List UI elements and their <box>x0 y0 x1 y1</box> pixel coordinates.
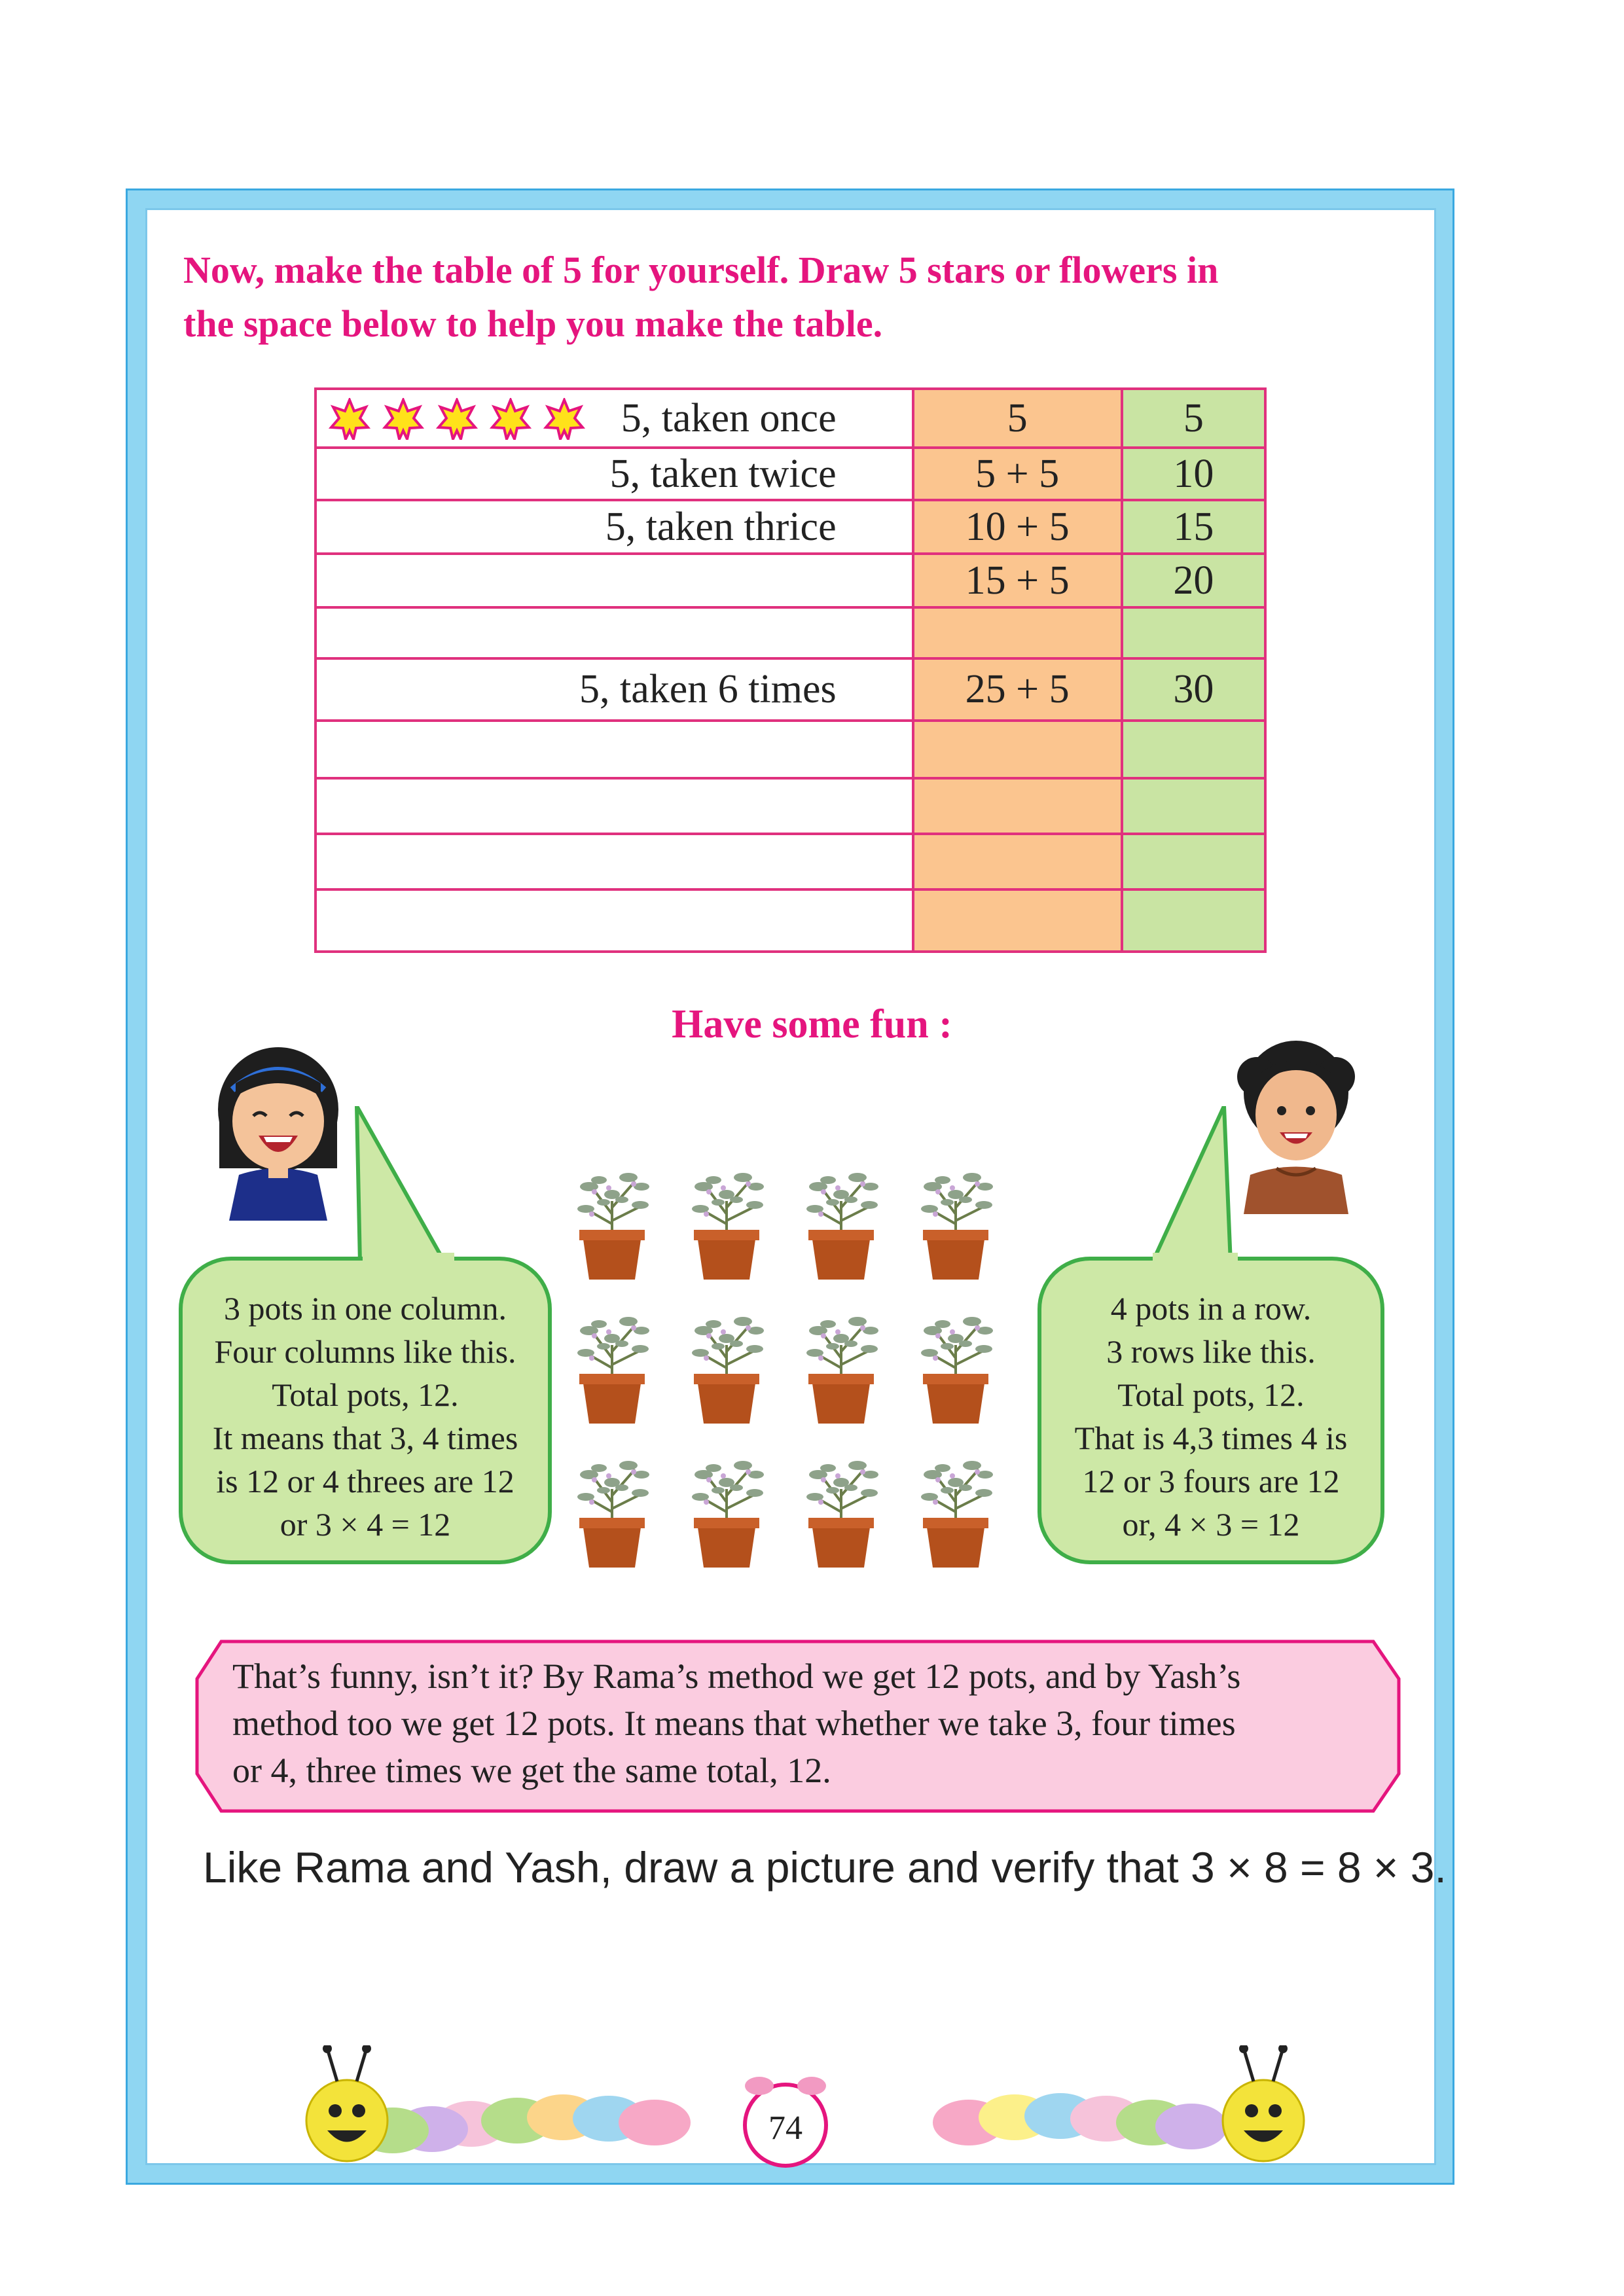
row-total: 10 <box>1120 446 1267 501</box>
note-line: That’s funny, isn’t it? By Rama’s method… <box>232 1657 1241 1696</box>
row-total: 20 <box>1120 552 1267 609</box>
flower-pot-icon <box>921 1461 993 1568</box>
note-line: or 4, three times we get the same total,… <box>232 1751 831 1790</box>
table-row <box>314 719 1267 780</box>
star-icon <box>436 398 478 440</box>
left-speech-bubble: 3 pots in one column. Four columns like t… <box>179 1257 552 1564</box>
flower-pot-icon <box>577 1461 649 1568</box>
star-icon <box>382 398 424 440</box>
table-row <box>314 606 1267 660</box>
star-icon <box>329 398 370 440</box>
row-sum <box>911 719 1123 780</box>
rama-girl-illustration <box>218 1047 338 1221</box>
row-label <box>314 606 914 660</box>
table-row: 5, taken twice 5 + 5 10 <box>314 446 1267 501</box>
row-label: 5, taken thrice <box>314 499 914 555</box>
bubble-line: 4 pots in a row. <box>1110 1290 1312 1327</box>
row-label <box>314 888 914 953</box>
table-row: 15 + 5 20 <box>314 552 1267 609</box>
bubble-line: 3 rows like this. <box>1106 1333 1316 1370</box>
flower-pot-icon <box>921 1173 993 1280</box>
row-total: 30 <box>1120 657 1267 722</box>
row-total: 5 <box>1120 387 1267 449</box>
flower-pot-icon <box>806 1173 878 1280</box>
row-sum: 25 + 5 <box>911 657 1123 722</box>
row-total <box>1120 719 1267 780</box>
row-label <box>314 777 914 835</box>
heading-line-2: the space below to help you make the tab… <box>183 302 883 345</box>
stars-group <box>329 398 585 440</box>
bubble-line: is 12 or 4 threes are 12 <box>216 1463 514 1499</box>
table-of-five: 5, taken once 5 5 5, taken twice 5 + 5 10 5, t… <box>314 387 1267 953</box>
row-label: 5, taken 6 times <box>314 657 914 722</box>
flower-pot-icon <box>692 1317 764 1424</box>
row-sum: 5 <box>911 387 1123 449</box>
row-sum <box>911 777 1123 835</box>
right-bubble-tail-cover <box>1153 1253 1238 1270</box>
row-sum <box>911 833 1123 891</box>
table-row: 5, taken 6 times 25 + 5 30 <box>314 657 1267 722</box>
row-label <box>314 719 914 780</box>
caterpillar-decoration <box>305 2045 1305 2168</box>
fun-title: Have some fun : <box>672 1002 952 1047</box>
heading-line-1: Now, make the table of 5 for yourself. D… <box>183 249 1219 291</box>
table-row: 5, taken once 5 5 <box>314 387 1267 449</box>
bubble-line: Four columns like this. <box>214 1333 516 1370</box>
row-total: 15 <box>1120 499 1267 555</box>
right-speech-bubble: 4 pots in a row. 3 rows like this. Total p… <box>1038 1257 1384 1564</box>
left-bubble-tail-cover <box>363 1253 454 1270</box>
row-sum <box>911 606 1123 660</box>
note-line: method too we get 12 pots. It means that… <box>232 1704 1236 1743</box>
row-total <box>1120 777 1267 835</box>
table-row <box>314 833 1267 891</box>
row-total <box>1120 833 1267 891</box>
flower-pot-icon <box>806 1461 878 1568</box>
note-text: That’s funny, isn’t it? By Rama’s method… <box>232 1653 1384 1794</box>
row-sum <box>911 888 1123 953</box>
page-number: 74 <box>768 2109 803 2147</box>
row-label <box>314 833 914 891</box>
bubble-line: or 3 × 4 = 12 <box>280 1506 451 1543</box>
row-label: 5, taken twice <box>314 446 914 501</box>
row-sum: 10 + 5 <box>911 499 1123 555</box>
row-total <box>1120 606 1267 660</box>
table-row <box>314 888 1267 953</box>
bubble-line: Total pots, 12. <box>272 1376 459 1413</box>
bubble-line: Total pots, 12. <box>1117 1376 1305 1413</box>
row-label <box>314 552 914 609</box>
bubble-line: 3 pots in one column. <box>224 1290 507 1327</box>
flower-pot-icon <box>577 1317 649 1424</box>
flower-pot-icon <box>806 1317 878 1424</box>
table-row: 5, taken thrice 10 + 5 15 <box>314 499 1267 555</box>
star-icon <box>543 398 585 440</box>
instruction-heading: Now, make the table of 5 for yourself. D… <box>183 243 1427 351</box>
row-sum: 5 + 5 <box>911 446 1123 501</box>
flower-pot-icon <box>921 1317 993 1424</box>
row-label: 5, taken once <box>314 387 914 449</box>
flower-pot-icon <box>692 1173 764 1280</box>
bubble-line: or, 4 × 3 = 12 <box>1122 1506 1300 1543</box>
flower-pot-icon <box>692 1461 764 1568</box>
bubble-line: It means that 3, 4 times <box>212 1420 518 1456</box>
row-total <box>1120 888 1267 953</box>
star-icon <box>490 398 532 440</box>
flower-pots-grid <box>563 1162 1021 1574</box>
verify-instruction: Like Rama and Yash, draw a picture and v… <box>203 1843 1447 1892</box>
bubble-line: 12 or 3 fours are 12 <box>1082 1463 1340 1499</box>
bubble-line: That is 4,3 times 4 is <box>1074 1420 1348 1456</box>
row-sum: 15 + 5 <box>911 552 1123 609</box>
table-row <box>314 777 1267 835</box>
flower-pot-icon <box>577 1173 649 1280</box>
